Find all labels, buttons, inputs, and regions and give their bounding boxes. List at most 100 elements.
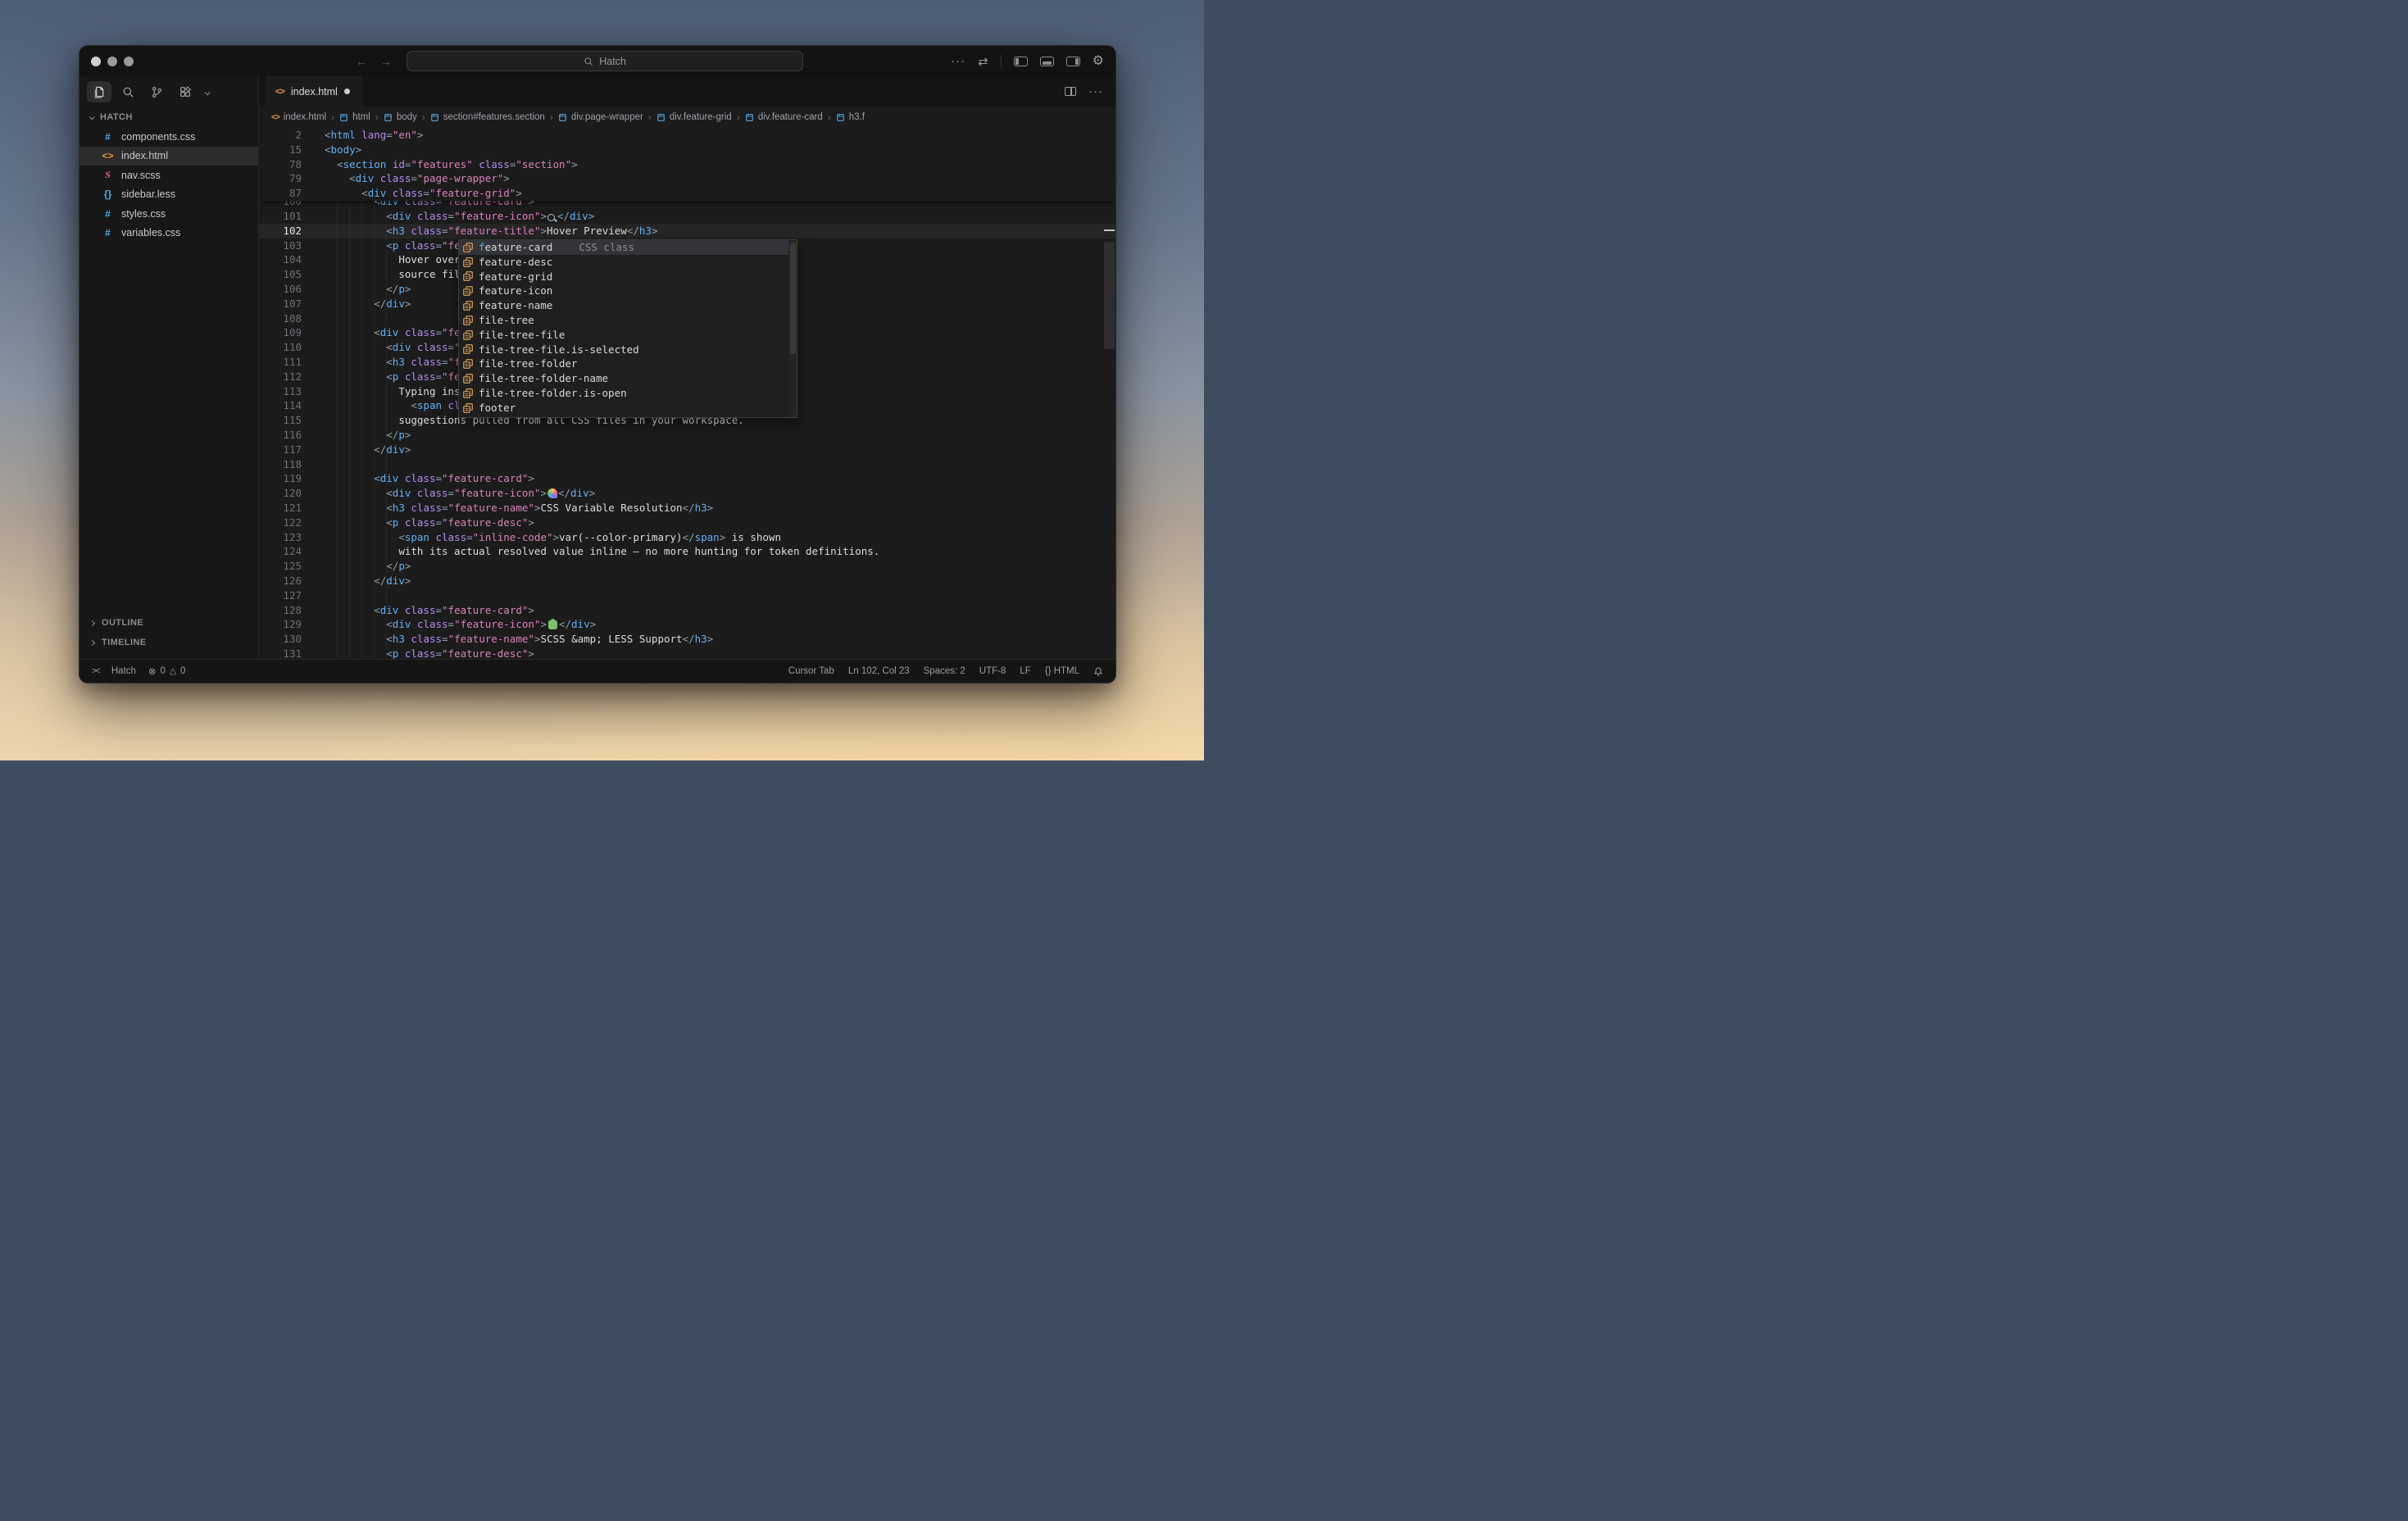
breadcrumb-item[interactable]: <>index.html: [271, 112, 326, 122]
more-ellipsis-icon[interactable]: ···: [951, 54, 965, 68]
suggestion-file-tree-file[interactable]: file-tree-file: [459, 328, 797, 343]
explorer-files-icon[interactable]: [87, 81, 111, 102]
status-lf[interactable]: LF: [1020, 666, 1030, 676]
back-icon[interactable]: ←: [356, 55, 367, 68]
code-line-101[interactable]: 101 <div class="feature-icon"></div>: [259, 209, 1115, 224]
bell-icon[interactable]: [1093, 666, 1103, 677]
status-cursor-tab[interactable]: Cursor Tab: [788, 666, 834, 676]
code-line-15[interactable]: 15<body>: [259, 143, 1115, 157]
suggestion-file-tree-folder.is-open[interactable]: file-tree-folder.is-open: [459, 386, 797, 401]
file-tree-item-nav.scss[interactable]: Snav.scss: [80, 166, 258, 185]
extensions-icon[interactable]: [173, 81, 198, 102]
breadcrumb-item[interactable]: section#features.section: [430, 112, 545, 122]
breadcrumb-item[interactable]: div.page-wrapper: [558, 112, 643, 122]
code-line-121[interactable]: 121 <h3 class="feature-name">CSS Variabl…: [259, 501, 1115, 515]
suggestion-file-tree[interactable]: file-tree: [459, 313, 797, 328]
code-line-123[interactable]: 123 <span class="inline-code">var(--colo…: [259, 530, 1115, 545]
close-button[interactable]: [91, 57, 101, 66]
search-label: Hatch: [599, 56, 626, 67]
code-line-100[interactable]: 100 <div class="feature-card">: [259, 201, 1115, 209]
modified-dot-icon[interactable]: [344, 89, 350, 94]
file-tree-item-index.html[interactable]: <>index.html: [80, 147, 258, 166]
status-html[interactable]: {} HTML: [1045, 666, 1079, 676]
status-utf-8[interactable]: UTF-8: [979, 666, 1006, 676]
code-line-119[interactable]: 119 <div class="feature-card">: [259, 471, 1115, 486]
breadcrumb-item[interactable]: html: [339, 112, 370, 122]
puzzle-emoji-icon: [548, 620, 557, 629]
code-line-117[interactable]: 117 </div>: [259, 443, 1115, 457]
code-line-122[interactable]: 122 <p class="feature-desc">: [259, 515, 1115, 530]
editor-scrollbar[interactable]: [1104, 242, 1115, 349]
code-line-130[interactable]: 130 <h3 class="feature-name">SCSS &amp; …: [259, 632, 1115, 647]
code-area[interactable]: 100 <div class="feature-card">101 <div c…: [259, 128, 1115, 659]
code-line-131[interactable]: 131 <p class="feature-desc">: [259, 647, 1115, 659]
tab-index-html[interactable]: <> index.html: [266, 76, 362, 107]
code-line-87[interactable]: 87 <div class="feature-grid">: [259, 186, 1115, 201]
status-ln-102-col-23[interactable]: Ln 102, Col 23: [848, 666, 910, 676]
suggestion-file-tree-folder[interactable]: file-tree-folder: [459, 356, 797, 371]
code-line-102[interactable]: 102 <h3 class="feature-title">Hover Prev…: [259, 224, 1115, 238]
file-name: index.html: [121, 150, 168, 161]
suggestion-label: file-tree-folder.is-open: [479, 386, 627, 401]
split-editor-icon[interactable]: [1065, 87, 1076, 96]
remote-icon[interactable]: ><: [92, 666, 99, 676]
outline-panel-header[interactable]: OUTLINE: [80, 613, 258, 633]
suggestion-feature-grid[interactable]: feature-grid: [459, 270, 797, 284]
panel-right-icon[interactable]: [1066, 57, 1080, 66]
breadcrumb-item[interactable]: body: [384, 112, 417, 122]
status-spaces-2[interactable]: Spaces: 2: [924, 666, 965, 676]
code-line-116[interactable]: 116 </p>: [259, 428, 1115, 443]
problems-indicator[interactable]: ⊗ 0 △ 0: [148, 665, 186, 677]
source-control-icon[interactable]: [144, 81, 169, 102]
timeline-panel-header[interactable]: TIMELINE: [80, 633, 258, 652]
file-tree-item-styles.css[interactable]: #styles.css: [80, 204, 258, 224]
css-class-icon: [462, 329, 474, 341]
suggestion-feature-name[interactable]: feature-name: [459, 298, 797, 313]
popup-scrollbar-thumb[interactable]: [790, 243, 796, 354]
breadcrumb-item[interactable]: h3.f: [836, 112, 865, 122]
file-tree-item-sidebar.less[interactable]: {}sidebar.less: [80, 185, 258, 205]
toggle-tabs-icon[interactable]: ⇄: [978, 54, 988, 69]
suggestion-footer[interactable]: footer: [459, 401, 797, 415]
suggestion-file-tree-folder-name[interactable]: file-tree-folder-name: [459, 371, 797, 386]
command-center-search[interactable]: Hatch: [407, 51, 803, 71]
code-line-125[interactable]: 125 </p>: [259, 559, 1115, 574]
code-line-128[interactable]: 128 <div class="feature-card">: [259, 603, 1115, 618]
code-line-2[interactable]: 2<html lang="en">: [259, 128, 1115, 143]
line-number: 121: [259, 501, 302, 515]
panel-left-icon[interactable]: [1014, 57, 1028, 66]
panel-bottom-icon[interactable]: [1040, 57, 1054, 66]
code-line-120[interactable]: 120 <div class="feature-icon"></div>: [259, 486, 1115, 501]
suggestion-feature-desc[interactable]: feature-desc: [459, 255, 797, 270]
suggestion-feature-icon[interactable]: feature-icon: [459, 284, 797, 298]
status-app-name[interactable]: Hatch: [111, 666, 136, 676]
line-content: [302, 311, 325, 326]
breadcrumb-item[interactable]: div.feature-grid: [657, 112, 732, 122]
chevron-down-icon[interactable]: [205, 84, 209, 99]
code-line-126[interactable]: 126 </div>: [259, 574, 1115, 588]
file-tree-item-components.css[interactable]: #components.css: [80, 127, 258, 147]
zoom-button[interactable]: [124, 57, 134, 66]
suggestion-file-tree-file.is-selected[interactable]: file-tree-file.is-selected: [459, 343, 797, 357]
minimize-button[interactable]: [107, 57, 117, 66]
code-line-79[interactable]: 79 <div class="page-wrapper">: [259, 171, 1115, 186]
breadcrumb-item[interactable]: div.feature-card: [745, 112, 823, 122]
sidebar: HATCH #components.css<>index.htmlSnav.sc…: [80, 76, 259, 659]
forward-icon[interactable]: →: [380, 55, 392, 68]
more-ellipsis-icon[interactable]: ···: [1088, 84, 1103, 98]
project-root-header[interactable]: HATCH: [80, 107, 258, 127]
code-line-118[interactable]: 118: [259, 457, 1115, 472]
line-number: 87: [259, 186, 302, 201]
line-content: <div class="feature-card">: [302, 201, 534, 202]
line-number: 100: [259, 201, 302, 202]
search-icon: [584, 57, 593, 66]
code-line-127[interactable]: 127: [259, 588, 1115, 603]
search-icon[interactable]: [116, 81, 140, 102]
code-line-78[interactable]: 78 <section id="features" class="section…: [259, 157, 1115, 172]
activity-bar: [80, 76, 258, 107]
suggestion-feature-card[interactable]: feature-cardCSS class: [459, 240, 797, 255]
code-line-124[interactable]: 124 with its actual resolved value inlin…: [259, 544, 1115, 559]
code-line-129[interactable]: 129 <div class="feature-icon"></div>: [259, 617, 1115, 632]
settings-gear-icon[interactable]: ⚙: [1093, 55, 1104, 68]
file-tree-item-variables.css[interactable]: #variables.css: [80, 224, 258, 243]
